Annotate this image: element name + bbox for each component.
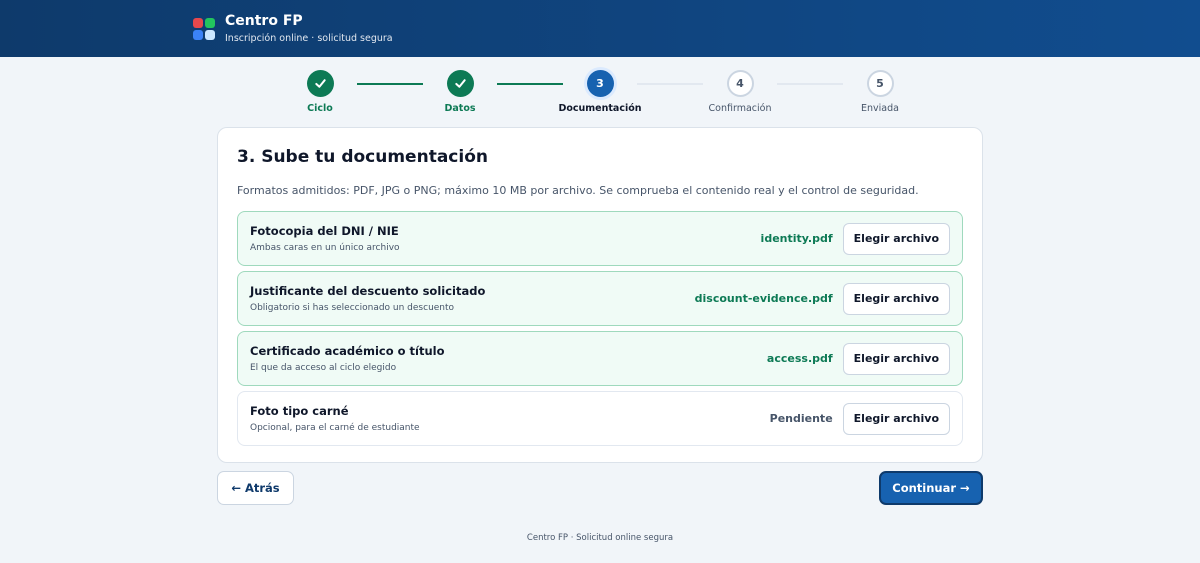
document-title: Fotocopia del DNI / NIE bbox=[250, 223, 399, 238]
step-documentacion: 3 Documentación bbox=[540, 70, 660, 114]
choose-file-button[interactable]: Elegir archivo bbox=[842, 282, 950, 315]
document-row-dni: Fotocopia del DNI / NIE Ambas caras en u… bbox=[237, 211, 963, 266]
check-icon bbox=[446, 70, 474, 97]
file-name: identity.pdf bbox=[760, 232, 833, 245]
brand-tagline: Inscripción online · solicitud segura bbox=[225, 32, 393, 44]
logo-tile-light bbox=[205, 29, 215, 40]
logo-icon bbox=[193, 17, 215, 40]
file-name: access.pdf bbox=[766, 352, 833, 365]
choose-file-button[interactable]: Elegir archivo bbox=[842, 342, 950, 375]
step-label: Ciclo bbox=[307, 103, 333, 114]
document-row-certificate: Certificado académico o título El que da… bbox=[237, 331, 963, 386]
document-title: Foto tipo carné bbox=[250, 403, 349, 418]
step-ciclo: Ciclo bbox=[260, 70, 380, 114]
document-list: Fotocopia del DNI / NIE Ambas caras en u… bbox=[237, 211, 963, 446]
back-button[interactable]: ← Atrás bbox=[217, 471, 294, 505]
logo-tile-blue bbox=[193, 29, 203, 40]
logo-tile-green bbox=[205, 17, 215, 28]
step-enviada: 5 Enviada bbox=[820, 70, 940, 114]
choose-file-button[interactable]: Elegir archivo bbox=[842, 222, 950, 255]
app-header: Centro FP Inscripción online · solicitud… bbox=[0, 0, 1200, 57]
document-row-discount: Justificante del descuento solicitado Ob… bbox=[237, 271, 963, 326]
document-subtitle: Opcional, para el carné de estudiante bbox=[250, 422, 420, 433]
step-label: Datos bbox=[444, 103, 476, 114]
file-status: Pendiente bbox=[769, 412, 833, 425]
footer-text: Centro FP · Solicitud online segura bbox=[526, 533, 674, 543]
document-title: Justificante del descuento solicitado bbox=[250, 283, 486, 298]
step-number: 4 bbox=[726, 70, 754, 97]
documents-card: 3. Sube tu documentación Formatos admiti… bbox=[217, 127, 983, 463]
document-row-photo: Foto tipo carné Opcional, para el carné … bbox=[237, 391, 963, 446]
brand-name: Centro FP bbox=[225, 12, 303, 29]
check-icon bbox=[306, 70, 334, 97]
file-name: discount-evidence.pdf bbox=[694, 292, 833, 305]
document-subtitle: El que da acceso al ciclo elegido bbox=[250, 362, 397, 373]
choose-file-button[interactable]: Elegir archivo bbox=[842, 402, 950, 435]
logo-tile-red bbox=[193, 17, 203, 28]
step-label: Enviada bbox=[861, 103, 899, 114]
step-number: 5 bbox=[866, 70, 894, 97]
page-title: 3. Sube tu documentación bbox=[237, 147, 488, 167]
document-subtitle: Obligatorio si has seleccionado un descu… bbox=[250, 302, 455, 313]
step-datos: Datos bbox=[400, 70, 520, 114]
formats-description: Formatos admitidos: PDF, JPG o PNG; máxi… bbox=[237, 184, 919, 197]
step-label: Documentación bbox=[558, 103, 642, 114]
continue-button[interactable]: Continuar → bbox=[879, 471, 983, 505]
step-confirmacion: 4 Confirmación bbox=[680, 70, 800, 114]
document-title: Certificado académico o título bbox=[250, 343, 445, 358]
step-number: 3 bbox=[586, 70, 614, 97]
progress-stepper: Ciclo Datos 3 Documentación 4 Confirmaci… bbox=[0, 70, 1200, 118]
document-subtitle: Ambas caras en un único archivo bbox=[250, 242, 400, 253]
step-label: Confirmación bbox=[708, 103, 772, 114]
